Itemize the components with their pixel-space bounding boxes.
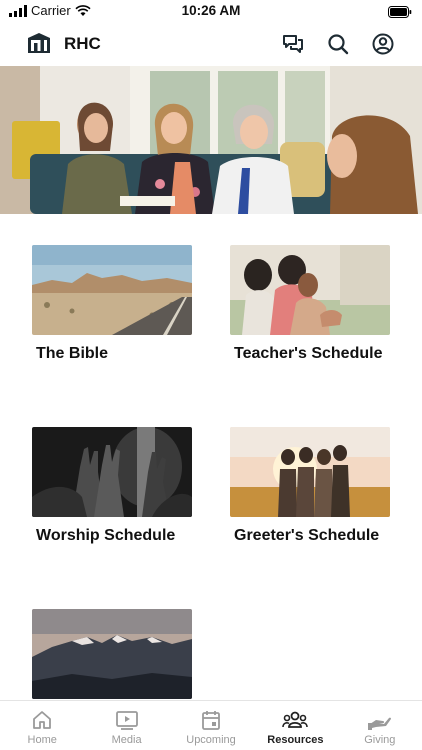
resource-card-bible[interactable]: The Bible: [32, 245, 192, 364]
raised-hands-image: [32, 427, 192, 517]
home-icon: [33, 711, 52, 729]
bottom-tab-bar: Home Media Upcoming Resources Giving: [0, 700, 422, 750]
app-name: RHC: [64, 34, 101, 53]
group-hug-sunset-image: [230, 427, 390, 517]
tab-label: Giving: [364, 734, 396, 746]
tab-resources[interactable]: Resources: [253, 701, 337, 750]
media-icon: [115, 711, 138, 730]
card-title: The Bible: [36, 345, 109, 362]
people-icon: [282, 711, 309, 728]
children-sitting-image: [230, 245, 390, 335]
desert-road-image: [32, 245, 192, 335]
church-logo-icon[interactable]: [27, 32, 51, 54]
status-bar: Carrier 10:26 AM: [0, 0, 422, 22]
app-header: RHC: [0, 22, 422, 66]
battery-icon: [388, 5, 412, 23]
tab-giving[interactable]: Giving: [338, 701, 422, 750]
account-icon[interactable]: [371, 32, 395, 56]
search-icon[interactable]: [326, 32, 350, 56]
status-time: 10:26 AM: [181, 3, 241, 18]
calendar-icon: [202, 711, 220, 730]
tab-label: Upcoming: [186, 734, 236, 746]
resource-card-greeter-schedule[interactable]: Greeter's Schedule: [230, 427, 390, 546]
resource-card-mountains[interactable]: [32, 609, 192, 708]
giving-icon: [367, 717, 391, 730]
tab-home[interactable]: Home: [0, 701, 84, 750]
hero-image: [0, 66, 422, 214]
tab-media[interactable]: Media: [84, 701, 168, 750]
card-title: Greeter's Schedule: [234, 527, 380, 544]
tab-label: Media: [111, 734, 142, 746]
mountains-image: [32, 609, 192, 699]
card-title: Worship Schedule: [36, 527, 176, 544]
tab-label: Resources: [267, 734, 324, 746]
resource-card-worship-schedule[interactable]: Worship Schedule: [32, 427, 192, 546]
chat-icon[interactable]: [281, 32, 305, 56]
tab-upcoming[interactable]: Upcoming: [169, 701, 253, 750]
tab-label: Home: [27, 734, 57, 746]
card-title: Teacher's Schedule: [234, 345, 383, 362]
resource-card-teacher-schedule[interactable]: Teacher's Schedule: [230, 245, 390, 364]
